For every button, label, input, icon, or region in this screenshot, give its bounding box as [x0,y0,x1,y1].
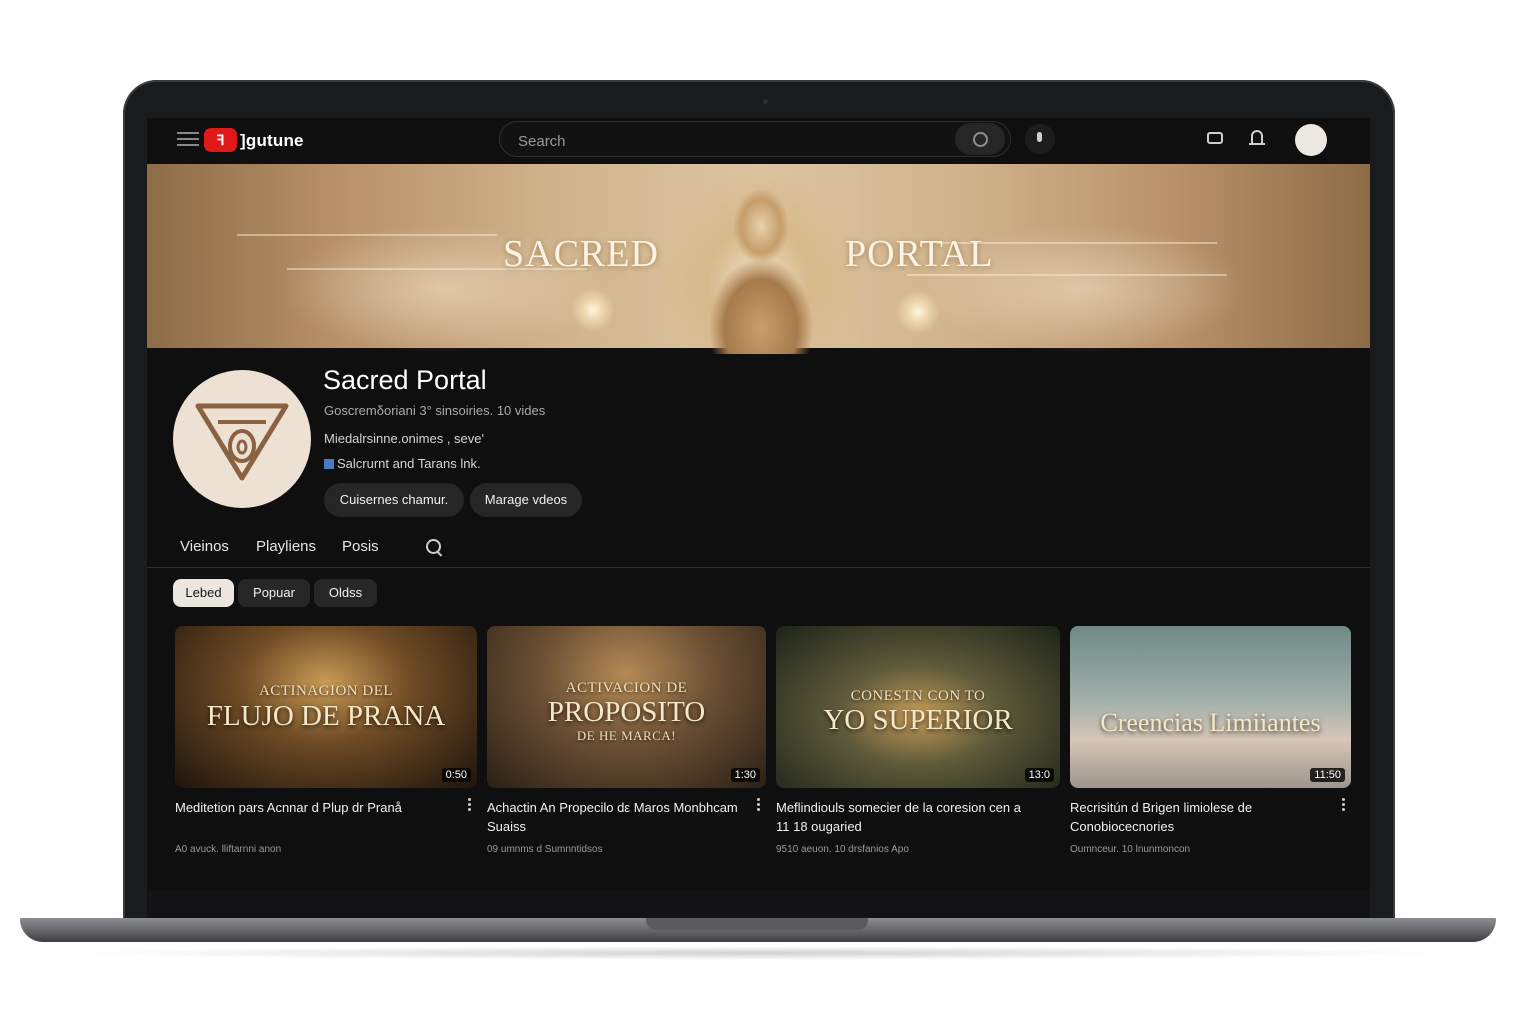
account-avatar[interactable] [1295,124,1327,156]
tabs-divider [147,567,1370,568]
link-icon [324,459,334,469]
banner-title-left: SACRED [503,233,659,275]
thumbnail-title: PROPOSITO [547,696,706,728]
tab-playlists[interactable]: Playliens [256,538,316,555]
customize-channel-button[interactable]: Cuisernes chamur. [324,483,464,517]
channel-search-icon[interactable] [426,539,441,554]
webcam-icon [763,99,768,104]
duration-badge: 0:50 [441,768,471,782]
video-thumbnail[interactable]: Creencias Limiiantes 11:50 [1070,626,1351,788]
screen: ꟻ ]gutune SACRED PORTAL Sacred Portal Go… [147,118,1370,890]
duration-badge: 1:30 [730,768,760,782]
more-options-icon[interactable] [1342,798,1345,811]
thumbnail-subtitle: CONESTN CON TO [850,688,986,704]
channel-description[interactable]: Miedalrsinne.onimes , seve' [324,431,484,446]
video-card[interactable]: CONESTN CON TO YO SUPERIOR 13:0 Meflindi… [776,626,1060,855]
chip-latest[interactable]: Lebed [173,579,234,607]
channel-avatar[interactable] [173,370,311,508]
triangle-eye-logo-icon [195,403,289,481]
search-bar [499,121,1011,157]
video-card[interactable]: Creencias Limiiantes 11:50 Recrisitún d … [1070,626,1351,855]
video-title[interactable]: Meditetion pars Acnnar d Plup dr Pranå [175,798,477,836]
thumbnail-title: YO SUPERIOR [823,704,1013,736]
laptop-shadow [60,946,1456,960]
create-video-icon[interactable] [1207,132,1223,144]
notifications-bell-icon[interactable] [1249,130,1265,145]
video-stats: A0 avuck. lliftarnni anon [175,844,282,855]
thumbnail-title: Creencias Limiiantes [1100,708,1321,737]
banner-title-right: PORTAL [845,233,994,275]
thumbnail-tagline: DE HE MARCA! [576,728,677,743]
thumbnail-subtitle: ACTINAGION DEL [258,683,394,699]
video-stats: 09 umnms d Sumnntidsos [487,844,603,855]
duration-badge: 13:0 [1024,768,1054,782]
video-stats: 9510 aeuon. 10 drsfanios Apo [776,844,909,855]
search-input[interactable] [516,130,940,152]
more-options-icon[interactable] [468,798,471,811]
duration-badge: 11:50 [1310,768,1345,782]
screen-bezel-bottom [147,890,1370,918]
channel-title: Sacred Portal [323,365,487,395]
video-thumbnail[interactable]: ACTIVACION DE PROPOSITO DE HE MARCA! 1:3… [487,626,766,788]
channel-banner: SACRED PORTAL [147,164,1370,354]
video-card[interactable]: ACTINAGION DEL FLUJO DE PRANA 0:50 Medit… [175,626,477,855]
video-thumbnail[interactable]: ACTINAGION DEL FLUJO DE PRANA 0:50 [175,626,477,788]
channel-link-text[interactable]: Salcrurnt and Tarans lnk. [337,456,481,471]
logo-text[interactable]: ]gutune [240,131,304,151]
laptop-hinge-notch [646,918,868,930]
channel-link-row[interactable]: Salcrurnt and Tarans lnk. [324,456,481,471]
banner-figure [709,178,813,354]
thumbnail-subtitle: ACTIVACION DE [565,680,688,696]
manage-videos-button[interactable]: Marage vdeos [470,483,582,517]
search-button[interactable] [955,123,1005,155]
chip-oldest[interactable]: Oldss [314,579,377,607]
video-title[interactable]: Recrisitún d Brigen limiolese de Conobio… [1070,798,1351,836]
logo-icon[interactable]: ꟻ [204,128,237,152]
video-title[interactable]: Meflindiouls somecier de la coresion cen… [776,798,1060,836]
tab-posts[interactable]: Posis [342,538,379,555]
video-title[interactable]: Achactin An Propecilo dε Maros Monbhcam … [487,798,766,836]
channel-meta: Goscremδoriani 3° sinsoiries. 10 vides [324,403,546,418]
video-stats: Oumnceur. 10 lnunmoncon [1070,844,1191,855]
microphone-icon[interactable] [1025,124,1055,154]
more-options-icon[interactable] [757,798,760,811]
chip-popular[interactable]: Popuar [238,579,310,607]
video-thumbnail[interactable]: CONESTN CON TO YO SUPERIOR 13:0 [776,626,1060,788]
tab-videos[interactable]: Vieinos [180,538,229,555]
hamburger-menu-icon[interactable] [177,132,199,148]
video-card[interactable]: ACTIVACION DE PROPOSITO DE HE MARCA! 1:3… [487,626,766,855]
thumbnail-title: FLUJO DE PRANA [206,700,446,732]
